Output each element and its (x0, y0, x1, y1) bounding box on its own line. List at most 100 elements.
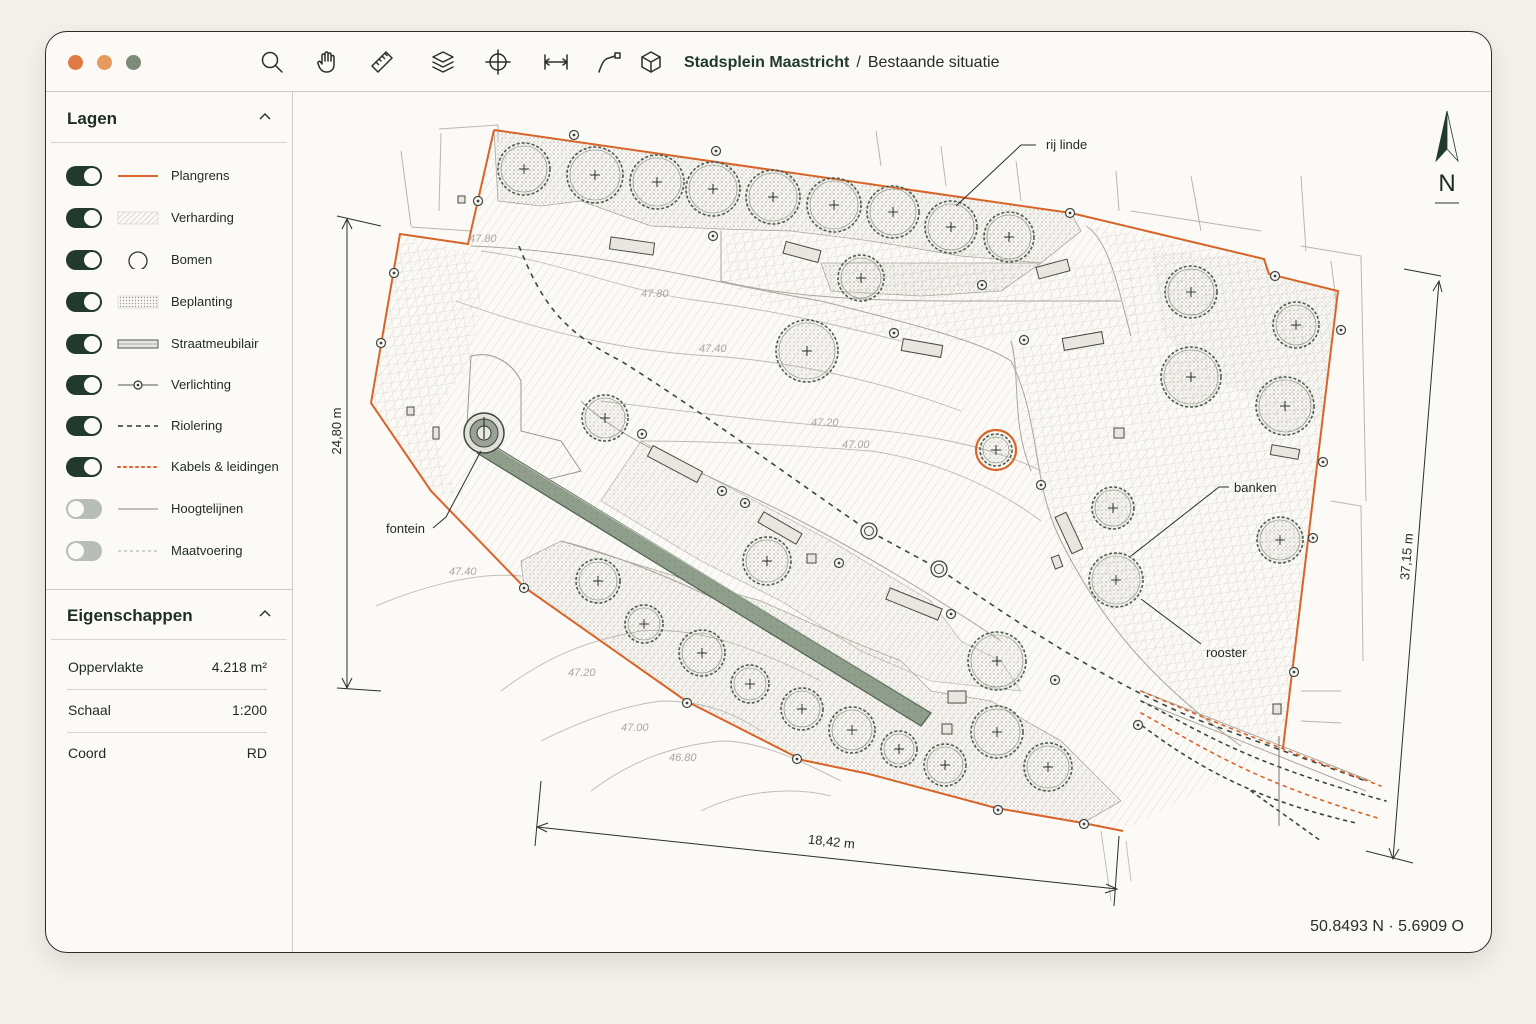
lamp-icon (739, 497, 751, 509)
boundary-line-symbol (118, 175, 158, 177)
layer-toggle[interactable] (66, 250, 102, 270)
lamp-icon (1018, 334, 1030, 346)
cables-line-symbol (117, 466, 159, 468)
lamp-icon (791, 753, 803, 765)
property-key: Schaal (68, 702, 111, 718)
lamp-icon (1307, 532, 1319, 544)
zoom-window-button[interactable] (126, 55, 141, 70)
lamp-icon (1288, 666, 1300, 678)
layer-toggle[interactable] (66, 208, 102, 228)
tree-icon (828, 706, 876, 754)
layer-label: Hoogtelijnen (171, 501, 244, 516)
chevron-up-icon[interactable] (257, 606, 273, 622)
tree-icon (780, 687, 824, 731)
map-canvas[interactable]: rij linde fontein banken rooster 47.80 4… (293, 91, 1491, 952)
breadcrumb-view[interactable]: Bestaande situatie (868, 54, 1000, 71)
lamp-icon (1064, 207, 1076, 219)
layer-label: Straatmeubilair (171, 336, 259, 351)
contour-label: 47.00 (842, 439, 870, 451)
layers-panel-header[interactable]: Lagen (51, 93, 287, 143)
chevron-up-icon[interactable] (257, 109, 273, 125)
lamp-icon (888, 327, 900, 339)
ruler-icon[interactable] (367, 47, 397, 77)
tree-icon (745, 169, 801, 225)
manhole-icon (930, 560, 948, 578)
layer-toggle[interactable] (66, 541, 102, 561)
tree-icon (866, 185, 920, 239)
lamp-icon (388, 267, 400, 279)
layer-toggle[interactable] (66, 166, 102, 186)
layer-toggle[interactable] (66, 292, 102, 312)
label-rooster: rooster (1206, 645, 1247, 660)
tree-icon (629, 154, 685, 210)
north-label: N (1438, 170, 1455, 197)
layer-row-verharding: Verharding (66, 206, 286, 232)
property-value: 1:200 (231, 702, 267, 718)
layer-label: Plangrens (171, 168, 230, 183)
property-value: RD (246, 745, 267, 761)
layer-toggle[interactable] (66, 499, 102, 519)
tree-icon (678, 629, 726, 677)
layer-row-verlichting: Verlichting (66, 373, 286, 399)
lamp-icon (681, 697, 693, 709)
layer-row-kabels: Kabels & leidingen (66, 455, 286, 481)
lamp-icon (1035, 479, 1047, 491)
hand-pan-icon[interactable] (312, 47, 342, 77)
contour-label: 47.40 (449, 566, 477, 578)
layer-label: Beplanting (171, 294, 233, 309)
layer-toggle[interactable] (66, 416, 102, 436)
properties-panel-header[interactable]: Eigenschappen (51, 590, 287, 640)
property-row-area: Oppervlakte 4.218 m² (67, 646, 267, 690)
lamp-icon (710, 145, 722, 157)
tree-icon (1272, 301, 1320, 349)
contour-label: 47.80 (641, 288, 669, 300)
minimize-window-button[interactable] (97, 55, 112, 70)
lamp-icon (992, 804, 1004, 816)
layer-toggle[interactable] (66, 375, 102, 395)
layer-row-plangrens: Plangrens (66, 164, 286, 190)
cube-3d-icon[interactable] (636, 47, 666, 77)
lamp-icon (833, 557, 845, 569)
close-window-button[interactable] (68, 55, 83, 70)
tree-icon (923, 743, 967, 787)
polyline-icon[interactable] (594, 47, 624, 77)
dimension-label-right: 37,15 m (1397, 533, 1416, 581)
layer-label: Verlichting (171, 377, 231, 392)
site-plan-drawing[interactable]: rij linde fontein banken rooster 47.80 4… (293, 91, 1491, 952)
sidebar: Lagen Plangrens Verharding Bomen Beplant… (46, 91, 293, 952)
lamp-icon (472, 195, 484, 207)
property-key: Oppervlakte (68, 659, 144, 675)
paving-swatch-symbol (117, 211, 159, 225)
tree-icon (730, 664, 770, 704)
label-fontein: fontein (386, 521, 425, 536)
layer-toggle[interactable] (66, 334, 102, 354)
sewer-line-symbol (118, 425, 158, 427)
tree-icon (1088, 552, 1144, 608)
tree-icon (581, 394, 629, 442)
tree-icon (983, 211, 1035, 263)
lamp-icon (375, 337, 387, 349)
label-banken: banken (1234, 480, 1277, 495)
breadcrumb-separator: / (856, 54, 861, 71)
crosshair-icon[interactable] (483, 47, 513, 77)
dimension-label-bottom: 18,42 m (807, 832, 855, 852)
lamp-icon (707, 230, 719, 242)
breadcrumb-project[interactable]: Stadsplein Maastricht (684, 54, 849, 71)
layers-icon[interactable] (428, 47, 458, 77)
layer-toggle[interactable] (66, 457, 102, 477)
lamp-icon (1078, 818, 1090, 830)
fountain-symbol (463, 412, 505, 454)
layer-label: Kabels & leidingen (171, 459, 279, 474)
dimension-icon[interactable] (541, 47, 571, 77)
layer-row-riolering: Riolering (66, 414, 286, 440)
search-icon[interactable] (257, 47, 287, 77)
lamp-icon (636, 428, 648, 440)
tree-icon (1256, 516, 1304, 564)
lamp-icon (568, 129, 580, 141)
breadcrumb: Stadsplein Maastricht / Bestaande situatie (684, 54, 999, 72)
property-row-scale: Schaal 1:200 (67, 689, 267, 733)
tree-icon (1160, 346, 1222, 408)
tree-icon (566, 146, 624, 204)
layer-row-straatmeubilair: Straatmeubilair (66, 332, 286, 358)
contour-label: 46.80 (669, 752, 697, 764)
